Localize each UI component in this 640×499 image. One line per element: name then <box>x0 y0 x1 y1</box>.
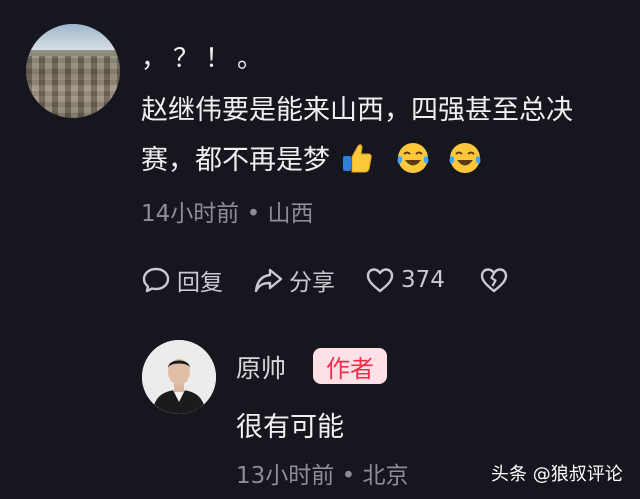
heart-icon <box>366 268 394 293</box>
share-icon <box>254 268 283 293</box>
avatar-sky <box>26 24 120 51</box>
reply-meta: 13小时前 • 北京 <box>236 463 409 489</box>
author-badge: 作者 <box>313 348 387 384</box>
comment-text-line-3-text: 赛，都不再是梦 <box>141 145 330 176</box>
watermark: 头条 @狼叔评论 <box>491 464 623 485</box>
avatar-town <box>26 55 120 118</box>
reply-text: 很有可能 <box>236 412 344 443</box>
comment-meta: 14小时前 • 山西 <box>141 201 314 227</box>
author-name[interactable]: 原帅 <box>236 349 286 385</box>
reply-icon <box>142 267 170 293</box>
broken-heart-icon <box>480 268 508 293</box>
comment-text-line-3: 赛，都不再是梦 <box>141 138 482 177</box>
crying-laughing-icon <box>396 141 430 175</box>
author-avatar[interactable] <box>142 340 216 414</box>
share-label: 分享 <box>289 270 335 296</box>
comment-text-line-2: 赵继伟要是能来山西，四强甚至总决 <box>141 95 573 126</box>
comment-actions: 回复 分享 374 <box>141 262 537 298</box>
reply-button[interactable]: 回复 <box>141 263 223 297</box>
like-button[interactable]: 374 <box>365 265 445 295</box>
dislike-button[interactable] <box>479 265 515 295</box>
commenter-avatar[interactable] <box>26 24 120 118</box>
share-button[interactable]: 分享 <box>253 263 335 297</box>
crying-laughing-icon <box>448 141 482 175</box>
like-count: 374 <box>401 267 445 293</box>
reply-label: 回复 <box>177 270 223 296</box>
comment-text-line-1: ，？！。 <box>141 44 270 74</box>
thumbs-up-icon <box>340 141 374 175</box>
